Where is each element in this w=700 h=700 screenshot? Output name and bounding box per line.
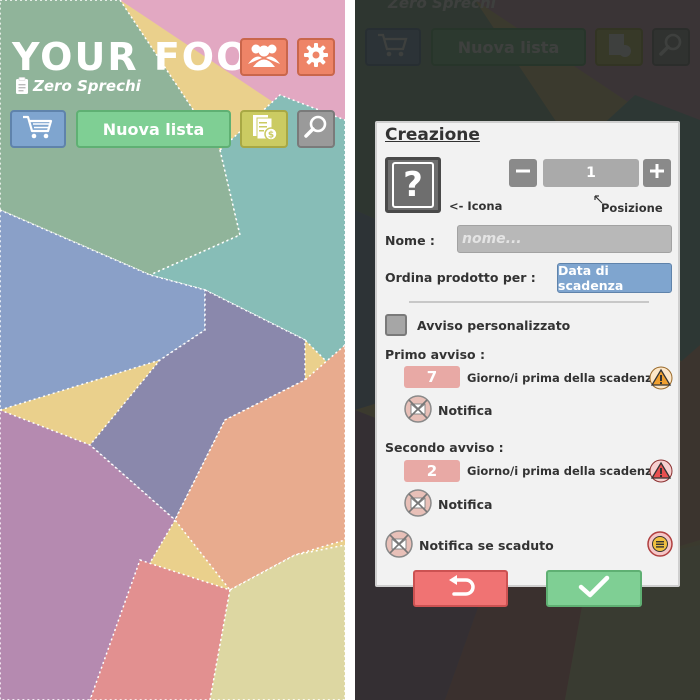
search-icon <box>303 114 329 144</box>
position-decrement-button[interactable] <box>509 159 537 187</box>
arrow-up-left-icon <box>593 189 603 204</box>
cart-button[interactable] <box>10 110 66 148</box>
notification-toggle-1[interactable] <box>404 395 432 423</box>
app-subtitle: Zero Sprechi <box>33 77 141 95</box>
plus-icon <box>649 163 665 183</box>
name-label: Nome : <box>385 233 435 248</box>
bell-off-icon <box>404 395 432 427</box>
creation-dialog: Creazione ? <- Icona 1 Posizione Nome : … <box>375 121 680 587</box>
divider <box>409 301 649 303</box>
first-alert-days-caption: Giorno/i prima della scadenza <box>467 371 660 385</box>
name-input[interactable]: nome... <box>457 225 672 253</box>
second-alert-label: Secondo avviso : <box>385 440 504 455</box>
cancel-button[interactable] <box>413 570 508 607</box>
expired-notify-label: Notifica se scaduto <box>419 538 554 553</box>
bell-off-icon <box>385 530 413 562</box>
background-collage <box>0 0 345 700</box>
cart-icon <box>22 114 54 144</box>
sort-by-button[interactable]: Data di scadenza <box>557 263 672 293</box>
undo-arrow-icon <box>446 574 476 603</box>
icon-picker-button[interactable]: ? <box>385 157 441 213</box>
gear-icon <box>303 42 329 72</box>
receipt-button[interactable]: $ <box>240 110 288 148</box>
search-button[interactable] <box>297 110 335 148</box>
notification-toggle-2[interactable] <box>404 489 432 517</box>
second-alert-days-caption: Giorno/i prima della scadenza <box>467 464 660 478</box>
sort-label: Ordina prodotto per : <box>385 270 536 285</box>
dialog-title: Creazione <box>385 125 480 145</box>
notify-label-1: Notifica <box>438 403 493 418</box>
creation-screen: Zero Sprechi Nuova lista Creazione ? <- … <box>355 0 700 700</box>
expired-status-icon[interactable] <box>647 531 673 557</box>
bell-off-icon <box>404 489 432 521</box>
receipt-icon: $ <box>249 112 279 146</box>
second-alert-days-input[interactable]: 2 <box>404 460 460 482</box>
clipboard-icon <box>14 77 30 95</box>
first-alert-label: Primo avviso : <box>385 347 485 362</box>
notify-label-2: Notifica <box>438 497 493 512</box>
custom-alert-checkbox[interactable] <box>385 314 407 336</box>
expired-notification-toggle[interactable] <box>385 530 413 558</box>
warning-orange-icon[interactable] <box>649 366 673 390</box>
question-mark-icon: ? <box>392 162 434 208</box>
position-increment-button[interactable] <box>643 159 671 187</box>
position-value[interactable]: 1 <box>543 159 639 187</box>
home-screen: YOUR FOOD Zero Sprechi Nuova lista $ <box>0 0 345 700</box>
settings-button[interactable] <box>297 38 335 76</box>
warning-red-icon[interactable] <box>649 459 673 483</box>
confirm-button[interactable] <box>546 570 642 607</box>
first-alert-days-input[interactable]: 7 <box>404 366 460 388</box>
position-caption: Posizione <box>601 201 663 215</box>
users-icon <box>247 42 281 72</box>
icon-caption: <- Icona <box>449 199 503 213</box>
svg-text:$: $ <box>268 131 274 141</box>
checkmark-icon <box>578 575 610 603</box>
custom-alert-label: Avviso personalizzato <box>417 318 571 333</box>
minus-icon <box>515 163 531 183</box>
users-button[interactable] <box>240 38 288 76</box>
new-list-button[interactable]: Nuova lista <box>76 110 231 148</box>
